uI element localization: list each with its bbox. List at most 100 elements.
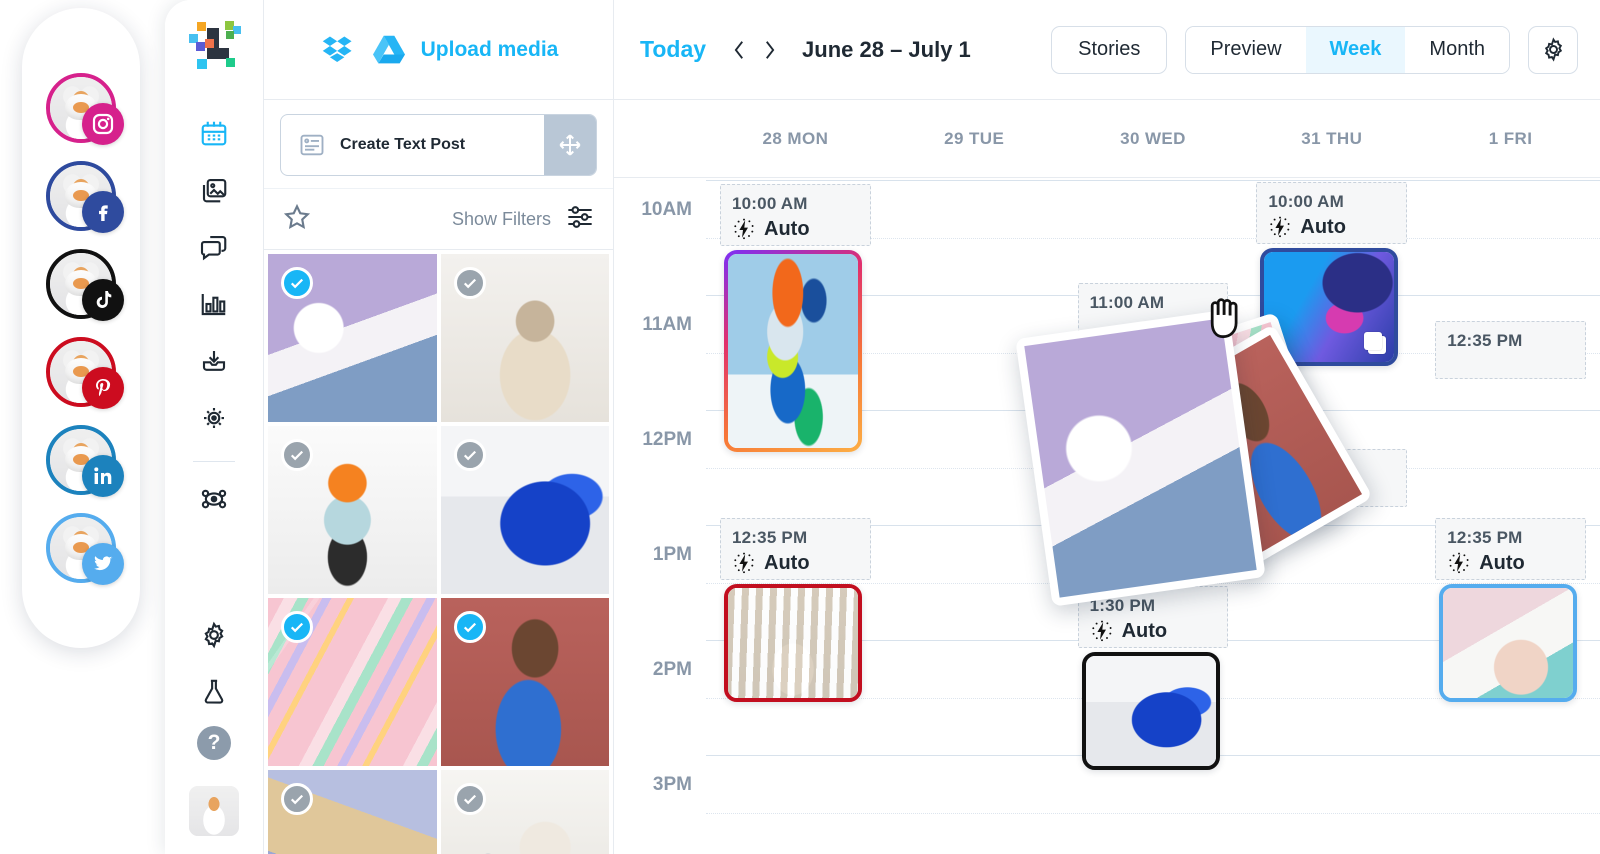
linkedin-icon: [82, 455, 124, 497]
media-select-checkbox[interactable]: [453, 439, 486, 471]
media-grid: [264, 250, 613, 854]
sidebar-item-media-library[interactable]: [191, 167, 237, 213]
calendar-grid[interactable]: 10AM 11AM 12PM 1PM 2PM 3PM 10:00 AM Auto 12:35 …: [614, 178, 1600, 854]
today-button[interactable]: Today: [640, 36, 706, 63]
sidebar-item-analytics[interactable]: [191, 281, 237, 327]
media-interior-objects[interactable]: [440, 770, 609, 854]
event-thu-1000-slot[interactable]: 10:00 AM Auto: [1256, 182, 1408, 244]
star-icon[interactable]: [282, 202, 312, 237]
social-account-twitter[interactable]: [40, 511, 124, 585]
chevron-left-icon[interactable]: [724, 33, 754, 67]
day-header-1: 29 TUE: [944, 128, 1005, 148]
time-gutter: 10AM 11AM 12PM 1PM 2PM 3PM: [614, 178, 706, 854]
facebook-icon: [82, 191, 124, 233]
media-select-checkbox[interactable]: [281, 611, 313, 643]
media-poetry-shirt[interactable]: [268, 254, 437, 422]
auto-publish-badge: Auto: [1257, 212, 1406, 239]
event-mon-1235-slot[interactable]: 12:35 PM Auto: [720, 518, 871, 580]
create-text-post-button[interactable]: Create Text Post: [280, 114, 597, 176]
media-arch-podium[interactable]: [440, 254, 609, 422]
event-mon-1000-card[interactable]: [724, 250, 862, 452]
dragged-card-2[interactable]: [1014, 309, 1266, 607]
day-header-row: 28 MON 29 TUE 30 WED 31 THU 1 FRI: [614, 100, 1600, 178]
google-drive-icon[interactable]: [370, 34, 408, 66]
auto-label: Auto: [1479, 551, 1525, 574]
social-accounts-rail: [22, 8, 140, 648]
media-select-checkbox[interactable]: [453, 783, 486, 815]
post-thumbnail: [728, 254, 858, 448]
post-thumbnail: [1085, 656, 1216, 766]
time-label-12PM: 12PM: [642, 429, 692, 450]
social-account-facebook[interactable]: [40, 159, 124, 233]
event-mon-1000-slot[interactable]: 10:00 AM Auto: [720, 184, 871, 246]
time-label-11AM: 11AM: [642, 314, 692, 335]
hour-gridline: [706, 180, 1600, 181]
event-wed-130-card[interactable]: [1081, 652, 1220, 770]
auto-label: Auto: [764, 551, 810, 574]
time-label-10AM: 10AM: [641, 199, 692, 220]
media-select-checkbox[interactable]: [281, 783, 313, 815]
show-filters-label[interactable]: Show Filters: [452, 209, 551, 230]
event-fri-1235-empty-slot[interactable]: 12:35 PM: [1435, 321, 1586, 379]
sidebar-item-hashtags[interactable]: [191, 395, 237, 441]
stories-button[interactable]: Stories: [1051, 25, 1168, 74]
media-select-checkbox[interactable]: [453, 611, 486, 643]
create-post-row: Create Text Post: [264, 100, 613, 188]
auto-label: Auto: [1300, 215, 1346, 238]
slot-time-label: 12:35 PM: [1447, 528, 1523, 547]
primary-nav-sidebar: ?: [165, 0, 264, 854]
media-select-checkbox[interactable]: [281, 267, 313, 299]
chevron-right-icon[interactable]: [754, 33, 784, 67]
social-account-tiktok[interactable]: [40, 247, 124, 321]
view-month-button[interactable]: Month: [1405, 26, 1509, 73]
dragged-media-stack[interactable]: [1014, 298, 1373, 643]
media-pastel-keyboard[interactable]: [268, 598, 437, 766]
auto-publish-badge: Auto: [1436, 548, 1585, 575]
social-account-linkedin[interactable]: [40, 423, 124, 497]
view-preview-button[interactable]: Preview: [1186, 26, 1306, 73]
move-handle-icon[interactable]: [544, 115, 596, 175]
auto-publish-badge: Auto: [721, 214, 870, 241]
calendar-settings-button[interactable]: [1528, 25, 1578, 74]
time-label-1PM: 1PM: [652, 544, 692, 565]
dropbox-icon[interactable]: [319, 34, 357, 66]
grabbing-hand-icon: [1203, 293, 1249, 343]
carousel-icon: [1362, 332, 1387, 354]
later-logo[interactable]: [185, 18, 243, 76]
post-thumbnail: [728, 588, 858, 698]
media-select-checkbox[interactable]: [281, 439, 313, 471]
event-mon-1235-card[interactable]: [724, 584, 862, 702]
sidebar-item-calendar[interactable]: [191, 110, 237, 156]
filters-row: Show Filters: [264, 188, 613, 250]
social-account-pinterest[interactable]: [40, 335, 124, 409]
media-mountain-watercolor[interactable]: [268, 770, 437, 854]
media-select-checkbox[interactable]: [453, 267, 486, 299]
media-orange-sculpture[interactable]: [268, 426, 437, 594]
sidebar-item-linkinbio[interactable]: [191, 476, 237, 522]
upload-bar: Upload media: [264, 0, 613, 100]
sidebar-item-collect[interactable]: [191, 338, 237, 384]
help-button[interactable]: ?: [197, 726, 231, 760]
post-thumbnail: [1443, 588, 1574, 698]
social-account-instagram[interactable]: [40, 71, 124, 145]
view-week-button[interactable]: Week: [1305, 26, 1406, 73]
create-text-post-label: Create Text Post: [340, 136, 466, 153]
filter-sliders-icon[interactable]: [565, 203, 595, 236]
upload-media-label[interactable]: Upload media: [421, 38, 559, 62]
day-header-4: 1 FRI: [1488, 128, 1533, 148]
sidebar-item-settings[interactable]: [191, 612, 237, 658]
sidebar-item-conversations[interactable]: [191, 224, 237, 270]
twitter-icon: [82, 543, 124, 585]
view-switcher: Preview Week Month: [1185, 25, 1510, 74]
media-smiling-woman[interactable]: [440, 598, 609, 766]
account-avatar[interactable]: [189, 786, 239, 836]
event-fri-1235-slot[interactable]: 12:35 PM Auto: [1435, 518, 1586, 580]
nav-divider: [193, 461, 235, 462]
sidebar-item-labs[interactable]: [191, 669, 237, 715]
tiktok-icon: [82, 279, 124, 321]
dragged-thumbnail: [1023, 318, 1257, 598]
media-panel: Upload media Create Text Post Show Filte…: [264, 0, 614, 854]
media-balloon-dog[interactable]: [440, 426, 609, 594]
event-fri-1235-card[interactable]: [1439, 584, 1578, 702]
day-header-3: 31 THU: [1301, 128, 1363, 148]
